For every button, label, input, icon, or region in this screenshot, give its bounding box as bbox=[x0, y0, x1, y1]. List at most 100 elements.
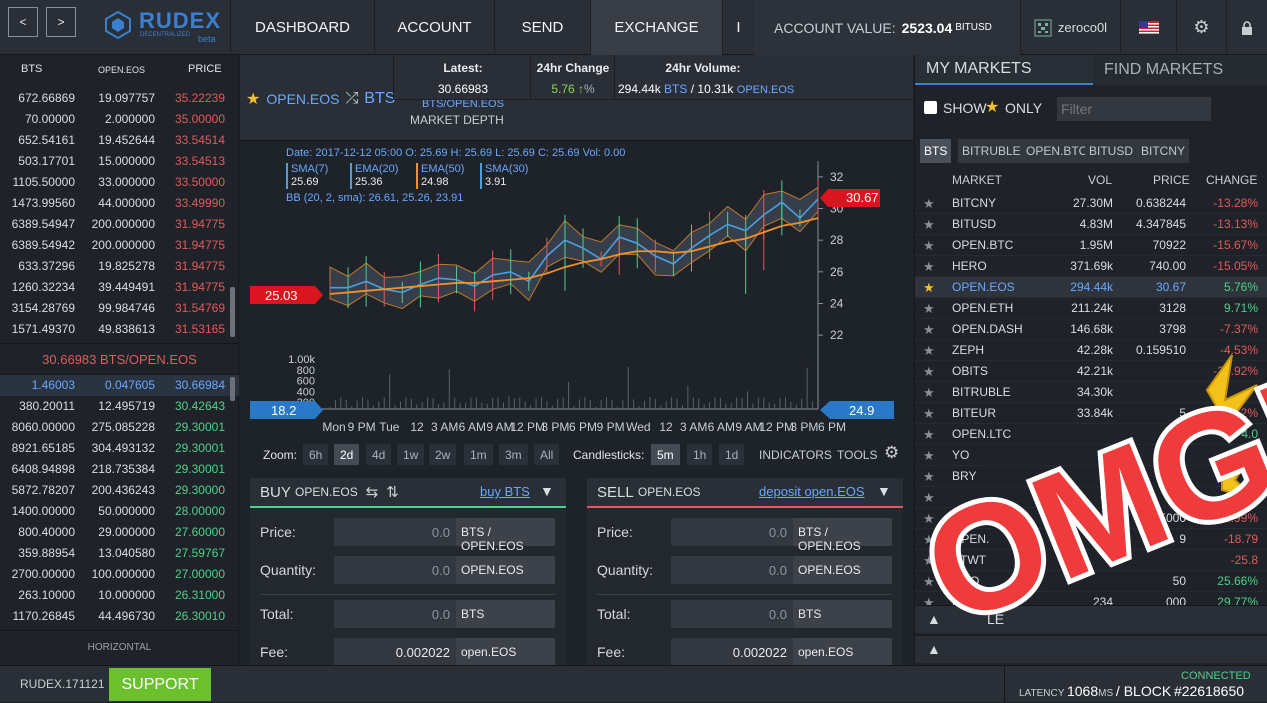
bid-row[interactable]: 263.10000 10.000000 26.31000 bbox=[0, 585, 239, 606]
zoom-4d[interactable]: 4d bbox=[366, 444, 392, 465]
bid-row[interactable]: 380.20011 12.495719 30.42643 bbox=[0, 396, 239, 417]
zoom-all[interactable]: All bbox=[534, 444, 560, 465]
favorite-star-icon[interactable]: ★ bbox=[923, 217, 935, 233]
horizontal-toggle[interactable]: HORIZONTAL bbox=[0, 630, 239, 664]
lock-button[interactable] bbox=[1226, 0, 1267, 55]
base-tab-bitusd[interactable]: BITUSD bbox=[1085, 139, 1138, 163]
bid-row[interactable]: 2700.00000 100.000000 27.00000 bbox=[0, 564, 239, 585]
ask-row[interactable]: 70.00000 2.000000 35.00000 bbox=[0, 109, 239, 130]
zoom-1w[interactable]: 1w bbox=[397, 444, 425, 465]
bid-row[interactable]: 1400.00000 50.000000 28.00000 bbox=[0, 501, 239, 522]
menu-overflow[interactable]: I bbox=[722, 0, 754, 55]
col-price[interactable]: PRICE bbox=[1153, 173, 1190, 187]
deposit-link[interactable]: deposit open.EOS bbox=[759, 484, 865, 499]
zoom-2w[interactable]: 2w bbox=[429, 444, 457, 465]
support-button[interactable]: SUPPORT bbox=[109, 668, 211, 701]
ask-row[interactable]: 1105.50000 33.000000 33.50000 bbox=[0, 172, 239, 193]
buy-bts-link[interactable]: buy BTS bbox=[480, 484, 530, 499]
favorite-star-icon[interactable]: ★ bbox=[246, 89, 260, 109]
menu-send[interactable]: SEND bbox=[494, 0, 590, 55]
candle-1h[interactable]: 1h bbox=[687, 444, 713, 465]
base-asset[interactable]: OPEN.EOS bbox=[266, 91, 339, 107]
quote-asset[interactable]: BTS bbox=[364, 90, 395, 108]
market-row[interactable]: ★ OPEN.EOS 294.44k 30.67 5.76% bbox=[915, 277, 1267, 298]
collapse-chevron-icon[interactable]: ▼ bbox=[540, 483, 554, 499]
tools-button[interactable]: TOOLS bbox=[837, 448, 877, 462]
buy-total-input[interactable]: 0.0 bbox=[334, 600, 456, 628]
zoom-3m[interactable]: 3m bbox=[499, 444, 528, 465]
menu-account[interactable]: ACCOUNT bbox=[374, 0, 494, 55]
swap-icon[interactable]: ⇆ bbox=[366, 483, 379, 501]
bid-row[interactable]: 359.88954 13.040580 27.59767 bbox=[0, 543, 239, 564]
ask-row[interactable]: 3154.28769 99.984746 31.54769 bbox=[0, 298, 239, 319]
menu-exchange[interactable]: EXCHANGE bbox=[590, 0, 722, 55]
sell-total-input[interactable]: 0.0 bbox=[671, 600, 793, 628]
tab-my-markets[interactable]: MY MARKETS bbox=[915, 55, 1093, 85]
buy-price-input[interactable]: 0.0 bbox=[334, 518, 456, 546]
sell-fee-unit[interactable]: open.EOS bbox=[793, 638, 892, 666]
favorite-star-icon[interactable]: ★ bbox=[923, 259, 935, 275]
back-button[interactable]: < bbox=[8, 7, 38, 37]
bids-scrollbar[interactable] bbox=[230, 377, 235, 401]
bid-row[interactable]: 8060.00000 275.085228 29.30001 bbox=[0, 417, 239, 438]
zoom-2d[interactable]: 2d bbox=[334, 444, 360, 465]
favorite-star-icon[interactable]: ★ bbox=[923, 196, 935, 212]
favorite-star-icon[interactable]: ★ bbox=[923, 301, 935, 317]
settings-button[interactable]: ⚙ bbox=[1176, 0, 1226, 55]
ask-row[interactable]: 633.37296 19.825278 31.94775 bbox=[0, 256, 239, 277]
ask-row[interactable]: 503.17701 15.000000 33.54513 bbox=[0, 151, 239, 172]
user-account[interactable]: zeroco0l bbox=[1020, 0, 1120, 55]
chart-settings-gear-icon[interactable]: ⚙ bbox=[884, 443, 899, 463]
tab-find-markets[interactable]: FIND MARKETS bbox=[1093, 55, 1267, 85]
language-selector[interactable] bbox=[1120, 0, 1176, 55]
market-pair[interactable]: ★ OPEN.EOS ⤮ BTS bbox=[246, 89, 395, 109]
bid-row[interactable]: 1.46003 0.047605 30.66984 bbox=[0, 375, 239, 396]
market-depth-tab[interactable]: MARKET DEPTH bbox=[410, 113, 504, 127]
ask-row[interactable]: 672.66869 19.097757 35.22239 bbox=[0, 88, 239, 109]
ask-row[interactable]: 652.54161 19.452644 33.54514 bbox=[0, 130, 239, 151]
collapse-chevron-icon[interactable]: ▼ bbox=[877, 483, 891, 499]
ask-row[interactable]: 1260.32234 39.449491 31.94775 bbox=[0, 277, 239, 298]
rudex-logo[interactable]: RUDEX DECENTRALIZED beta bbox=[103, 6, 223, 46]
base-tab-bitcny[interactable]: BITCNY bbox=[1137, 139, 1190, 163]
show-starred-checkbox[interactable] bbox=[924, 101, 937, 114]
market-row[interactable]: ★ HERO 371.69k 740.00 -15.05% bbox=[915, 256, 1267, 277]
col-market[interactable]: MARKET bbox=[952, 173, 1002, 187]
base-tab-open.btc[interactable]: OPEN.BTC bbox=[1022, 139, 1092, 163]
bid-row[interactable]: 800.40000 29.000000 27.60000 bbox=[0, 522, 239, 543]
ask-row[interactable]: 6389.54947 200.000000 31.94775 bbox=[0, 214, 239, 235]
candle-1d[interactable]: 1d bbox=[719, 444, 745, 465]
sell-quantity-input[interactable]: 0.0 bbox=[671, 556, 793, 584]
favorite-star-icon[interactable]: ★ bbox=[923, 238, 935, 254]
bid-row[interactable]: 5872.78207 200.436243 29.30000 bbox=[0, 480, 239, 501]
filter-input[interactable] bbox=[1057, 97, 1211, 121]
market-row[interactable]: ★ OPEN.ETH 211.24k 3128 9.71% bbox=[915, 298, 1267, 319]
bid-row[interactable]: 8921.65185 304.493132 29.30001 bbox=[0, 438, 239, 459]
buy-fee-unit[interactable]: open.EOS bbox=[456, 638, 555, 666]
base-tab-bitruble[interactable]: BITRUBLE bbox=[958, 139, 1025, 163]
ask-row[interactable]: 1571.49370 49.838613 31.53165 bbox=[0, 319, 239, 340]
base-tab-bts[interactable]: BTS bbox=[920, 139, 952, 163]
zoom-1m[interactable]: 1m bbox=[464, 444, 493, 465]
market-row[interactable]: ★ OPEN.BTC 1.95M 70922 -15.67% bbox=[915, 235, 1267, 256]
zoom-6h[interactable]: 6h bbox=[303, 444, 329, 465]
col-change[interactable]: CHANGE bbox=[1206, 173, 1257, 187]
ask-row[interactable]: 1473.99560 44.000000 33.49990 bbox=[0, 193, 239, 214]
market-row[interactable]: ★ BITUSD 4.83M 4.347845 -13.13% bbox=[915, 214, 1267, 235]
bid-row[interactable]: 1170.26845 44.496730 26.30010 bbox=[0, 606, 239, 627]
asks-scrollbar[interactable] bbox=[230, 287, 235, 337]
price-chart[interactable]: Date: 2017-12-12 05:00 O: 25.69 H: 25.69… bbox=[240, 141, 913, 441]
indicators-button[interactable]: INDICATORS bbox=[759, 448, 832, 462]
market-row[interactable]: ★ BITCNY 27.30M 0.638244 -13.28% bbox=[915, 193, 1267, 214]
buy-quantity-input[interactable]: 0.0 bbox=[334, 556, 456, 584]
ask-row[interactable]: 6389.54942 200.000000 31.94775 bbox=[0, 235, 239, 256]
favorite-star-icon[interactable]: ★ bbox=[923, 280, 935, 296]
swap-arrows-icon[interactable]: ⤮ bbox=[345, 90, 358, 108]
sell-price-input[interactable]: 0.0 bbox=[671, 518, 793, 546]
flip-icon[interactable]: ⇅ bbox=[386, 483, 399, 501]
menu-dashboard[interactable]: DASHBOARD bbox=[230, 0, 374, 55]
bid-row[interactable]: 6408.94898 218.735384 29.30001 bbox=[0, 459, 239, 480]
col-vol[interactable]: VOL bbox=[1088, 173, 1112, 187]
candle-5m[interactable]: 5m bbox=[651, 444, 680, 465]
forward-button[interactable]: > bbox=[46, 7, 76, 37]
